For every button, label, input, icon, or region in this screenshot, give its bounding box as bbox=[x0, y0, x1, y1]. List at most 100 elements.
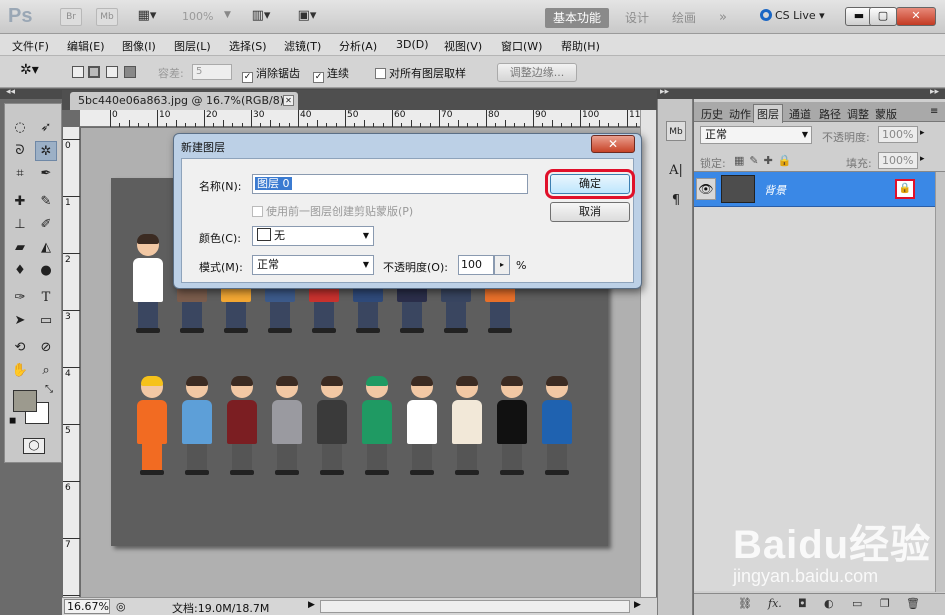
fill-input[interactable]: 100% bbox=[878, 152, 918, 169]
paragraph-panel-icon[interactable]: ¶ bbox=[666, 191, 686, 211]
healing-brush-tool-icon[interactable]: ✚ bbox=[9, 192, 31, 212]
color-select[interactable]: 无 ▼ bbox=[252, 226, 374, 246]
lock-icon[interactable]: 🔒 bbox=[895, 179, 915, 199]
new-group-icon[interactable]: ▭ bbox=[852, 597, 862, 610]
ok-button[interactable]: 确定 bbox=[545, 169, 635, 199]
workspace-design[interactable]: 设计 bbox=[617, 8, 657, 28]
lasso-tool-icon[interactable]: ᘐ bbox=[9, 141, 31, 161]
collapse-panel-icon[interactable]: ◂◂ bbox=[6, 87, 15, 97]
scroll-right-icon[interactable]: ▶ bbox=[634, 600, 641, 610]
panel-menu-icon[interactable]: ≡ bbox=[930, 106, 938, 117]
paint-bucket-tool-icon[interactable]: ◭ bbox=[35, 238, 57, 258]
workspace-essentials[interactable]: 基本功能 bbox=[545, 8, 610, 28]
arrange-documents-icon[interactable]: ▥▾ bbox=[244, 8, 278, 26]
maximize-button[interactable]: ▢ bbox=[869, 7, 897, 26]
tab-paths[interactable]: 路径 bbox=[816, 105, 844, 122]
crop-tool-icon[interactable]: ⌗ bbox=[9, 164, 31, 184]
vertical-scrollbar[interactable] bbox=[640, 110, 656, 597]
eyedropper-tool-icon[interactable]: ✒ bbox=[35, 164, 57, 184]
shape-tool-icon[interactable]: ▭ bbox=[35, 311, 57, 331]
opacity-slider-icon[interactable]: ▸ bbox=[920, 128, 925, 138]
horizontal-scrollbar[interactable] bbox=[320, 600, 630, 613]
tab-adjustments[interactable]: 调整 bbox=[844, 105, 872, 122]
menu-select[interactable]: 选择(S) bbox=[229, 38, 267, 54]
menu-analysis[interactable]: 分析(A) bbox=[339, 38, 377, 54]
menu-layer[interactable]: 图层(L) bbox=[174, 38, 211, 54]
clip-mask-checkbox[interactable]: 使用前一图层创建剪贴蒙版(P) bbox=[252, 203, 413, 219]
workspace-painting[interactable]: 绘画 bbox=[664, 8, 704, 28]
magic-wand-tool-icon[interactable]: ✲ bbox=[35, 141, 57, 161]
menu-edit[interactable]: 编辑(E) bbox=[67, 38, 105, 54]
hand-tool-icon[interactable]: ✋ bbox=[9, 361, 31, 381]
move-tool-icon[interactable]: ➶ bbox=[35, 118, 57, 138]
menu-help[interactable]: 帮助(H) bbox=[561, 38, 600, 54]
tab-channels[interactable]: 通道 bbox=[786, 105, 814, 122]
tab-masks[interactable]: 蒙版 bbox=[872, 105, 900, 122]
status-icon[interactable]: ◎ bbox=[116, 600, 126, 613]
magic-wand-preset-icon[interactable]: ✲▾ bbox=[20, 62, 39, 78]
menu-image[interactable]: 图像(I) bbox=[122, 38, 156, 54]
opacity-slider-button[interactable]: ▸ bbox=[494, 255, 510, 275]
type-tool-icon[interactable]: T bbox=[35, 288, 57, 308]
tolerance-input[interactable]: 5 bbox=[192, 64, 232, 80]
path-selection-tool-icon[interactable]: ➤ bbox=[9, 311, 31, 331]
menu-file[interactable]: 文件(F) bbox=[12, 38, 49, 54]
blend-mode-select[interactable]: 正常 ▼ bbox=[700, 126, 812, 144]
blur-tool-icon[interactable]: ♦ bbox=[9, 261, 31, 281]
link-layers-icon[interactable]: ⛓ bbox=[738, 597, 752, 610]
document-tab[interactable]: 5bc440e06a863.jpg @ 16.7%(RGB/8) ✕ bbox=[70, 92, 298, 110]
zoom-level-dropdown[interactable]: 100% bbox=[182, 10, 213, 23]
cs-live-menu[interactable]: CS Live ▾ bbox=[760, 9, 825, 22]
new-layer-icon[interactable]: ❐ bbox=[880, 597, 890, 610]
3d-rotate-tool-icon[interactable]: ⟲ bbox=[9, 338, 31, 358]
zoom-status-input[interactable]: 16.67% bbox=[64, 599, 110, 614]
adjustment-layer-icon[interactable]: ◐ bbox=[824, 597, 834, 610]
clone-stamp-tool-icon[interactable]: ⊥ bbox=[9, 215, 31, 235]
screen-mode-icon[interactable]: ▣▾ bbox=[290, 8, 324, 26]
history-brush-tool-icon[interactable]: ✐ bbox=[35, 215, 57, 235]
close-document-icon[interactable]: ✕ bbox=[283, 95, 294, 106]
refine-edge-button[interactable]: 调整边缘... bbox=[497, 63, 577, 82]
default-colors-icon[interactable]: ◼ bbox=[9, 416, 16, 426]
status-menu-arrow-icon[interactable]: ▶ bbox=[308, 600, 315, 610]
mode-select[interactable]: 正常 ▼ bbox=[252, 255, 374, 275]
cancel-button[interactable]: 取消 bbox=[550, 202, 630, 222]
contiguous-checkbox[interactable]: ✓ 连续 bbox=[313, 65, 349, 83]
menu-window[interactable]: 窗口(W) bbox=[501, 38, 542, 54]
menu-view[interactable]: 视图(V) bbox=[444, 38, 482, 54]
swap-colors-icon[interactable]: ⤡ bbox=[45, 384, 53, 395]
close-window-button[interactable]: ✕ bbox=[896, 7, 936, 26]
minibridge-button[interactable]: Mb bbox=[96, 8, 118, 26]
zoom-tool-icon[interactable]: ⌕ bbox=[35, 361, 57, 381]
dialog-close-button[interactable]: ✕ bbox=[591, 135, 635, 153]
brush-tool-icon[interactable]: ✎ bbox=[35, 192, 57, 212]
dodge-tool-icon[interactable]: ● bbox=[35, 261, 57, 281]
bridge-button[interactable]: Br bbox=[60, 8, 82, 26]
tab-history[interactable]: 历史 bbox=[698, 105, 726, 122]
fill-slider-icon[interactable]: ▸ bbox=[920, 154, 925, 164]
expand-panel-icon[interactable]: ▸▸ bbox=[660, 87, 669, 97]
view-extras-icon[interactable]: ▦▾ bbox=[130, 8, 164, 26]
sample-all-layers-checkbox[interactable]: 对所有图层取样 bbox=[375, 65, 466, 81]
add-to-selection-icon[interactable] bbox=[88, 66, 100, 78]
layer-row-background[interactable]: 👁 背景 🔒 bbox=[694, 172, 935, 207]
new-selection-icon[interactable] bbox=[72, 66, 84, 78]
delete-layer-icon[interactable]: 🗑 bbox=[906, 597, 920, 610]
layer-style-icon[interactable]: fx. bbox=[768, 597, 782, 610]
pen-tool-icon[interactable]: ✑ bbox=[9, 288, 31, 308]
intersect-selection-icon[interactable] bbox=[124, 66, 136, 78]
collapse-right-panel-icon[interactable]: ▸▸ bbox=[930, 87, 939, 97]
visibility-eye-icon[interactable]: 👁 bbox=[696, 178, 716, 200]
antialias-checkbox[interactable]: ✓ 消除锯齿 bbox=[242, 65, 300, 83]
subtract-from-selection-icon[interactable] bbox=[106, 66, 118, 78]
lock-options-icons[interactable]: ▦✎✚🔒 bbox=[734, 154, 797, 167]
tab-layers[interactable]: 图层 bbox=[753, 104, 783, 123]
foreground-color-swatch-front[interactable] bbox=[13, 390, 37, 412]
layer-mask-icon[interactable]: ◘ bbox=[798, 597, 807, 610]
tab-actions[interactable]: 动作 bbox=[726, 105, 754, 122]
quick-mask-icon[interactable]: ◯ bbox=[23, 438, 45, 454]
character-panel-icon[interactable]: A| bbox=[666, 161, 686, 181]
layers-scrollbar[interactable] bbox=[935, 172, 945, 592]
menu-filter[interactable]: 滤镜(T) bbox=[284, 38, 321, 54]
minibridge-panel-icon[interactable]: Mb bbox=[666, 121, 686, 141]
